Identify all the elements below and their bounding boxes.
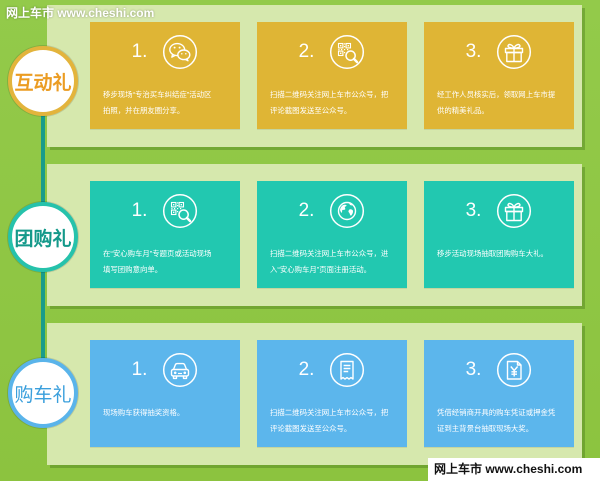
step-card-3: 3. 凭借经销商开具的购车凭证或押金凭 证到主背景台抽取现场大奖。 <box>424 340 574 447</box>
promo-infographic: 网上车市 www.cheshi.com 互动礼 1. 移步现场“专治买车纠结症”… <box>0 0 600 481</box>
step-description-line: 凭借经销商开具的购车凭证或押金凭 <box>437 408 556 417</box>
step-header: 3. <box>424 193 574 229</box>
row-badge-label: 互动礼 <box>14 72 72 94</box>
row-purchase-gift: 购车礼 1. 现场购车获得抽奖资格。 2. 扫描二维码关注网上车市公众号，把 评… <box>0 323 600 465</box>
step-description-line: 经工作人员核实后，领取网上车市提 <box>437 90 556 99</box>
row-badge-label: 购车礼 <box>14 384 72 406</box>
step-number: 3. <box>465 41 482 62</box>
step-number: 2. <box>298 200 315 221</box>
step-header: 2. <box>257 193 407 229</box>
step-card-3: 3. 经工作人员核实后，领取网上车市提 供的精美礼品。 <box>424 22 574 129</box>
step-description: 凭借经销商开具的购车凭证或押金凭 证到主背景台抽取现场大奖。 <box>437 405 571 437</box>
qr-code-search-icon <box>162 193 198 229</box>
step-card-2: 2. 扫描二维码关注网上车市公众号，把 评论截图发送至公众号。 <box>257 340 407 447</box>
step-description: 移步现场“专治买车纠结症”活动区 拍照，并在朋友圈分享。 <box>103 87 237 119</box>
step-description: 在“安心购车月”专题页或活动现场 填写团购意向单。 <box>103 246 237 278</box>
row-badge: 团购礼 <box>8 202 78 272</box>
watermark-top: 网上车市 www.cheshi.com <box>6 6 155 20</box>
step-description-line: 在“安心购车月”专题页或活动现场 <box>103 249 212 258</box>
step-header: 2. <box>257 34 407 70</box>
gift-icon <box>496 193 532 229</box>
step-number: 2. <box>298 41 315 62</box>
step-description: 扫描二维码关注网上车市公众号，进 入“安心购车月”页面注册活动。 <box>270 246 404 278</box>
step-description: 经工作人员核实后，领取网上车市提 供的精美礼品。 <box>437 87 571 119</box>
row-badge: 互动礼 <box>8 46 78 116</box>
row-group-buy-gift: 团购礼 1. 在“安心购车月”专题页或活动现场 填写团购意向单。 2. 扫描二维… <box>0 164 600 306</box>
step-description-line: 评论截图发送至公众号。 <box>270 106 352 115</box>
step-header: 3. <box>424 34 574 70</box>
step-card-2: 2. 扫描二维码关注网上车市公众号，把 评论截图发送至公众号。 <box>257 22 407 129</box>
step-number: 2. <box>298 359 315 380</box>
gift-icon <box>496 34 532 70</box>
step-description-line: 拍照，并在朋友圈分享。 <box>103 106 185 115</box>
step-card-1: 1. 现场购车获得抽奖资格。 <box>90 340 240 447</box>
step-description-line: 证到主背景台抽取现场大奖。 <box>437 424 534 433</box>
step-number: 3. <box>465 200 482 221</box>
step-description-line: 入“安心购车月”页面注册活动。 <box>270 265 372 274</box>
row-interactive-gift: 互动礼 1. 移步现场“专治买车纠结症”活动区 拍照，并在朋友圈分享。 2. 扫… <box>0 5 600 147</box>
car-icon <box>162 352 198 388</box>
step-description-line: 移步活动现场抽取团购购车大礼。 <box>437 249 548 258</box>
step-number: 3. <box>465 359 482 380</box>
step-description-line: 扫描二维码关注网上车市公众号，把 <box>270 408 389 417</box>
step-description-line: 扫描二维码关注网上车市公众号，进 <box>270 249 389 258</box>
step-header: 1. <box>90 352 240 388</box>
step-card-1: 1. 在“安心购车月”专题页或活动现场 填写团购意向单。 <box>90 181 240 288</box>
step-card-3: 3. 移步活动现场抽取团购购车大礼。 <box>424 181 574 288</box>
row-badge-label: 团购礼 <box>14 228 72 250</box>
step-description-line: 填写团购意向单。 <box>103 265 163 274</box>
step-description-line: 评论截图发送至公众号。 <box>270 424 352 433</box>
step-number: 1. <box>131 41 148 62</box>
step-header: 2. <box>257 352 407 388</box>
yuan-document-icon <box>496 352 532 388</box>
wechat-icon <box>162 34 198 70</box>
step-number: 1. <box>131 359 148 380</box>
step-header: 1. <box>90 34 240 70</box>
step-card-1: 1. 移步现场“专治买车纠结症”活动区 拍照，并在朋友圈分享。 <box>90 22 240 129</box>
step-description-line: 扫描二维码关注网上车市公众号，把 <box>270 90 389 99</box>
step-description: 扫描二维码关注网上车市公众号，把 评论截图发送至公众号。 <box>270 405 404 437</box>
watermark-bottom: 网上车市 www.cheshi.com <box>428 458 600 481</box>
step-description-line: 移步现场“专治买车纠结症”活动区 <box>103 90 212 99</box>
row-badge: 购车礼 <box>8 358 78 428</box>
step-description-line: 现场购车获得抽奖资格。 <box>103 408 185 417</box>
qr-code-search-icon <box>329 34 365 70</box>
step-description: 移步活动现场抽取团购购车大礼。 <box>437 246 571 262</box>
step-description: 现场购车获得抽奖资格。 <box>103 405 237 421</box>
globe-icon <box>329 193 365 229</box>
step-header: 1. <box>90 193 240 229</box>
step-description-line: 供的精美礼品。 <box>437 106 489 115</box>
step-header: 3. <box>424 352 574 388</box>
step-number: 1. <box>131 200 148 221</box>
step-card-2: 2. 扫描二维码关注网上车市公众号，进 入“安心购车月”页面注册活动。 <box>257 181 407 288</box>
step-description: 扫描二维码关注网上车市公众号，把 评论截图发送至公众号。 <box>270 87 404 119</box>
receipt-icon <box>329 352 365 388</box>
